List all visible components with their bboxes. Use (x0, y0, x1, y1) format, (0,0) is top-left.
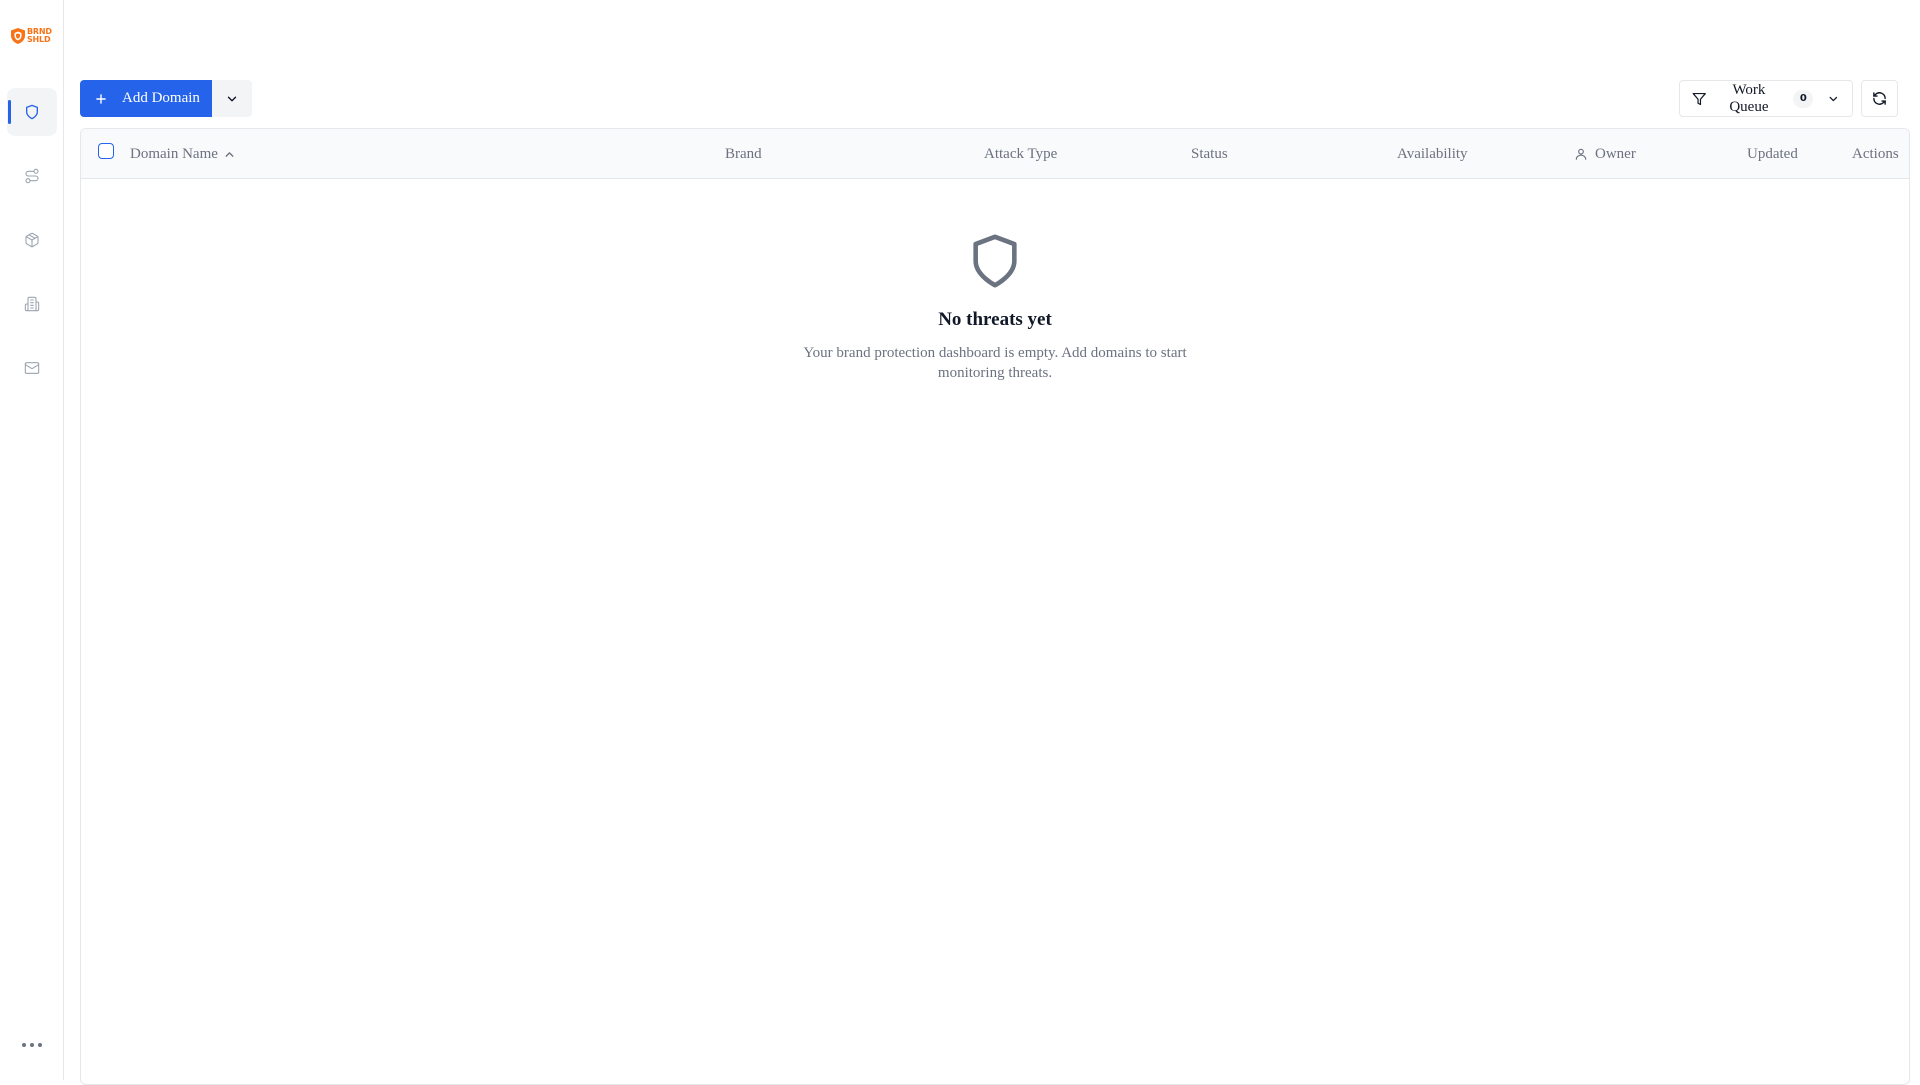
select-all-checkbox[interactable] (98, 143, 114, 159)
shield-icon (26, 104, 38, 120)
add-domain-button[interactable]: Add Domain (80, 80, 212, 117)
sidebar-item-threats[interactable] (7, 88, 57, 136)
package-icon (25, 232, 39, 248)
chevron-up-icon (225, 151, 234, 157)
column-header-label: Domain Name (130, 145, 218, 162)
column-header-actions: Actions (1852, 145, 1899, 162)
building-icon (24, 296, 40, 312)
logo-text: BRND SHLD (27, 28, 52, 44)
shield-icon (973, 234, 1017, 288)
column-header-attack-type[interactable]: Attack Type (984, 129, 1057, 179)
sidebar-item-mail[interactable] (7, 344, 57, 392)
sidebar-item-packages[interactable] (7, 216, 57, 264)
logo-line-2: SHLD (27, 35, 51, 44)
more-dot (22, 1043, 26, 1047)
plus-icon (96, 93, 106, 104)
column-header-owner[interactable]: Owner (1574, 129, 1636, 179)
column-header-availability[interactable]: Availability (1397, 129, 1468, 179)
sidebar-item-routes[interactable] (7, 152, 57, 200)
user-icon (1575, 148, 1587, 160)
column-header-label: Owner (1595, 145, 1636, 162)
work-queue-label: Work Queue (1729, 81, 1769, 115)
chevron-down-icon (227, 96, 237, 101)
sidebar: BRND SHLD (0, 0, 64, 1080)
route-icon (25, 168, 39, 184)
column-header-updated[interactable]: Updated (1747, 129, 1798, 179)
work-queue-button[interactable]: Work Queue 0 (1679, 80, 1853, 117)
refresh-icon (1873, 92, 1886, 105)
column-header-domain-name[interactable]: Domain Name (130, 129, 236, 179)
work-queue-count-badge: 0 (1793, 89, 1814, 108)
brand-logo[interactable]: BRND SHLD (10, 24, 54, 48)
mail-icon (24, 362, 40, 374)
empty-state-description: Your brand protection dashboard is empty… (803, 345, 1187, 381)
filter-icon (1692, 92, 1706, 105)
more-horizontal-icon[interactable] (16, 1035, 48, 1055)
refresh-button[interactable] (1861, 80, 1898, 117)
toolbar-right: Work Queue 0 (1679, 80, 1898, 117)
more-dot (38, 1043, 42, 1047)
sidebar-item-organizations[interactable] (7, 280, 57, 328)
table-header: Domain Name Brand Attack Type Status Ava… (81, 129, 1909, 179)
logo-shield-icon (11, 28, 25, 44)
add-domain-label: Add Domain (122, 90, 200, 106)
column-header-brand[interactable]: Brand (725, 129, 762, 179)
add-domain-dropdown-button[interactable] (211, 80, 252, 117)
empty-state: No threats yet Your brand protection das… (81, 229, 1909, 383)
add-domain-split-button: Add Domain (80, 80, 252, 117)
more-dot (30, 1043, 34, 1047)
chevron-down-icon (1829, 96, 1838, 101)
empty-state-title: No threats yet (938, 309, 1052, 330)
domains-table: Domain Name Brand Attack Type Status Ava… (80, 128, 1910, 1085)
column-header-status[interactable]: Status (1191, 129, 1228, 179)
